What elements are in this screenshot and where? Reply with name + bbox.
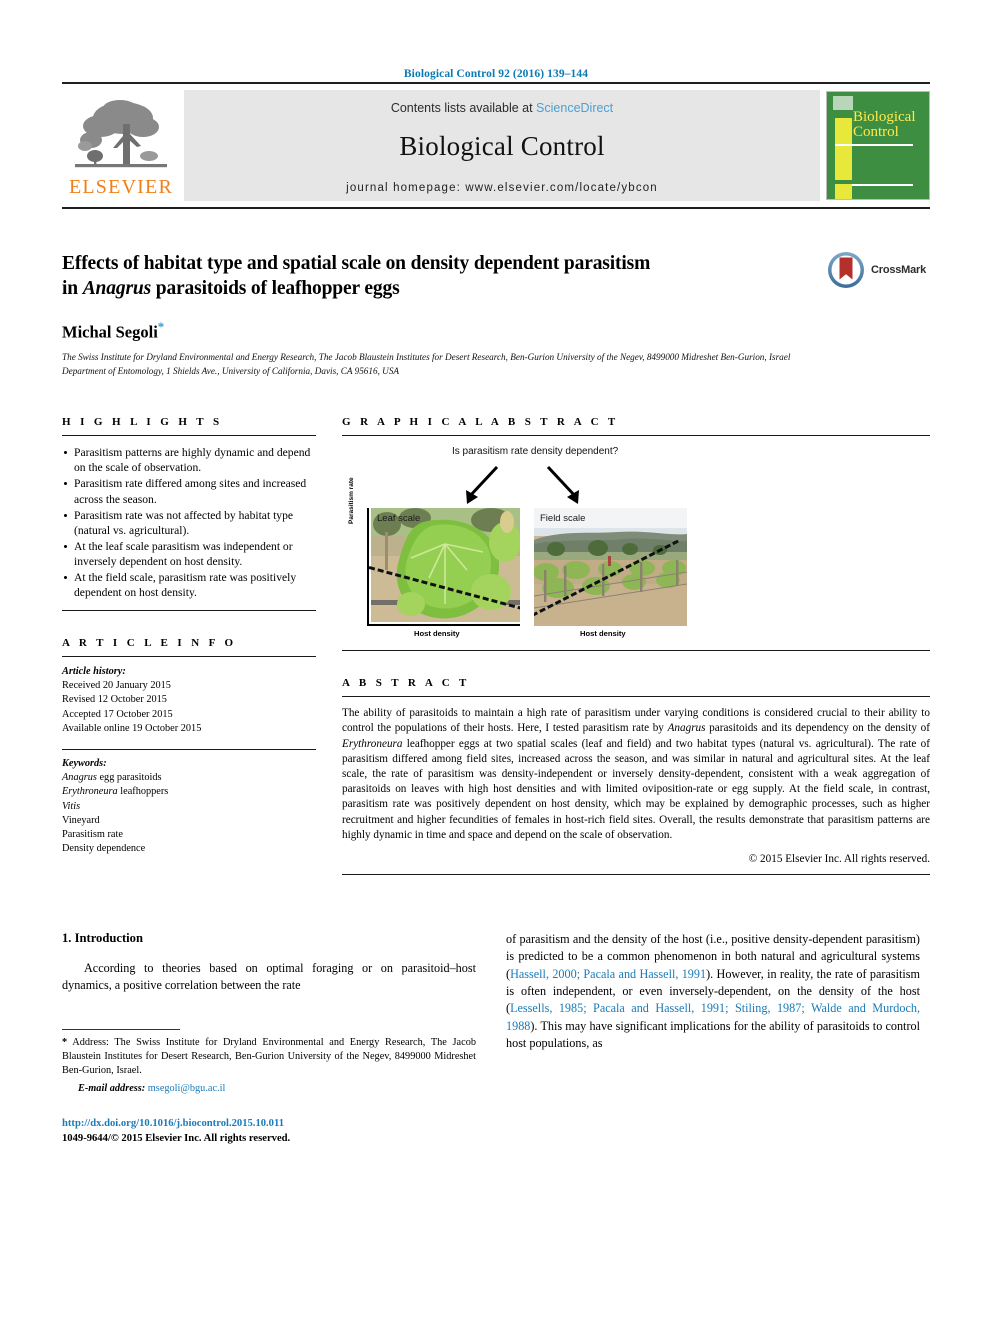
keyword-item: Vineyard [62,814,100,826]
highlights-heading: H I G H L I G H T S [62,416,223,429]
affiliation-2: Department of Entomology, 1 Shields Ave.… [62,366,400,377]
right-column: G R A P H I C A L A B S T R A C T Is par… [342,416,930,875]
doi-block: http://dx.doi.org/10.1016/j.biocontrol.2… [62,1116,476,1147]
corresponding-author-footnote: * Address: The Swiss Institute for Dryla… [62,1036,476,1076]
email-label: E-mail address: [78,1083,146,1095]
panel-label-field-scale: Field scale [540,513,586,525]
author-name: Michal Segoli [62,322,158,342]
arrow-right-icon [546,466,579,505]
list-item: At the leaf scale parasitism was indepen… [62,539,316,569]
contents-prefix: Contents lists available at [390,101,537,115]
history-received: Received 20 January 2015 [62,680,171,692]
author-correspondence-marker[interactable]: * [158,319,165,334]
keyword-item: Density dependence [62,843,146,855]
crossmark-badge[interactable]: CrossMark [826,249,930,291]
doi-link[interactable]: http://dx.doi.org/10.1016/j.biocontrol.2… [62,1116,476,1131]
left-column: H I G H L I G H T S Parasitism patterns … [62,416,316,875]
graphical-abstract-heading: G R A P H I C A L A B S T R A C T [342,416,619,429]
journal-homepage-link[interactable]: journal homepage: www.elsevier.com/locat… [346,182,658,194]
article-info-heading: A R T I C L E I N F O [62,636,237,649]
page-title: Effects of habitat type and spatial scal… [62,253,651,300]
affiliation-1: The Swiss Institute for Dryland Environm… [62,352,791,363]
history-available-online: Available online 19 October 2015 [62,722,202,734]
email-link[interactable]: msegoli@bgu.ac.il [148,1083,226,1094]
footnote-divider [62,1028,180,1030]
body-column-right: of parasitism and the density of the hos… [506,931,920,1147]
elsevier-wordmark: ELSEVIER [68,176,174,198]
journal-masthead: ELSEVIER Contents lists available at Sci… [62,82,930,209]
cover-elsevier-mark [833,96,853,110]
field-photo [534,508,687,627]
intro-paragraph-right: of parasitism and the density of the hos… [506,931,920,1050]
abstract-heading: A B S T R A C T [342,677,470,690]
list-item: Parasitism rate was not affected by habi… [62,508,316,538]
article-history: Article history: Received 20 January 201… [62,665,316,736]
title-block: CrossMark Effects of habitat type and sp… [62,251,930,378]
panel-leaf-scale: Leaf scale [367,508,520,627]
intro-paragraph-left: According to theories based on optimal f… [62,960,476,993]
panel-field-scale: Field scale [534,508,687,627]
x-axis-label-leaf: Host density [414,629,460,639]
panel-label-leaf-scale: Leaf scale [377,513,421,525]
leaf-photo [371,508,520,623]
history-revised: Revised 12 October 2015 [62,694,167,706]
section-heading-introduction: 1. Introduction [62,930,143,945]
body-columns: 1. Introduction According to theories ba… [62,931,930,1147]
keyword-item: Vitis [62,800,81,812]
masthead-center: Contents lists available at ScienceDirec… [184,90,820,201]
paper-page: Biological Control 92 (2016) 139–144 ELS… [0,0,992,1323]
citation-link[interactable]: Hassell, 2000; Pacala and Hassell, 1991 [510,967,706,981]
keywords-block: Keywords: Anagrus egg parasitoids Erythr… [62,757,316,856]
body-column-left: 1. Introduction According to theories ba… [62,931,476,1147]
cover-footer-text [922,183,923,189]
article-history-label: Article history: [62,665,126,677]
sciencedirect-link[interactable]: ScienceDirect [536,101,613,115]
journal-title: Biological Control [399,131,605,161]
keyword-item: Parasitism rate [62,828,123,840]
crossmark-label: CrossMark [871,264,927,276]
keywords-label: Keywords: [62,757,107,769]
abstract-text: The ability of parasitoids to maintain a… [342,707,931,841]
graphical-abstract-figure: Is parasitism rate density dependent? Pa… [342,446,930,642]
list-item: At the field scale, parasitism rate was … [62,570,316,600]
graphical-abstract-question: Is parasitism rate density dependent? [452,446,619,458]
arrow-left-icon [466,466,499,505]
issn-copyright-line: 1049-9644/© 2015 Elsevier Inc. All right… [62,1133,291,1145]
highlights-list: Parasitism patterns are highly dynamic a… [62,445,316,600]
cover-title: Biological Control [853,109,916,140]
contents-list-line: Contents lists available at ScienceDirec… [391,101,613,115]
email-line: E-mail address: msegoli@bgu.ac.il [62,1083,476,1094]
keyword-item: Erythroneura leafhoppers [62,786,169,798]
crossmark-icon [828,252,864,288]
graphical-abstract-y-axis-label: Parasitism rate [348,477,355,525]
abstract-copyright: © 2015 Elsevier Inc. All rights reserved… [748,852,930,865]
list-item: Parasitism patterns are highly dynamic a… [62,445,316,475]
journal-cover-image: Biological Control [826,91,930,200]
history-accepted: Accepted 17 October 2015 [62,708,173,720]
elsevier-tree-icon [75,100,167,168]
author-list: Michal Segoli* [62,319,812,343]
elsevier-logo: ELSEVIER [62,84,180,207]
x-axis-label-field: Host density [580,629,626,639]
front-matter-columns: H I G H L I G H T S Parasitism patterns … [62,416,930,875]
list-item: Parasitism rate differed among sites and… [62,476,316,506]
keyword-item: Anagrus egg parasitoids [62,772,162,784]
running-head: Biological Control 92 (2016) 139–144 [403,68,589,80]
